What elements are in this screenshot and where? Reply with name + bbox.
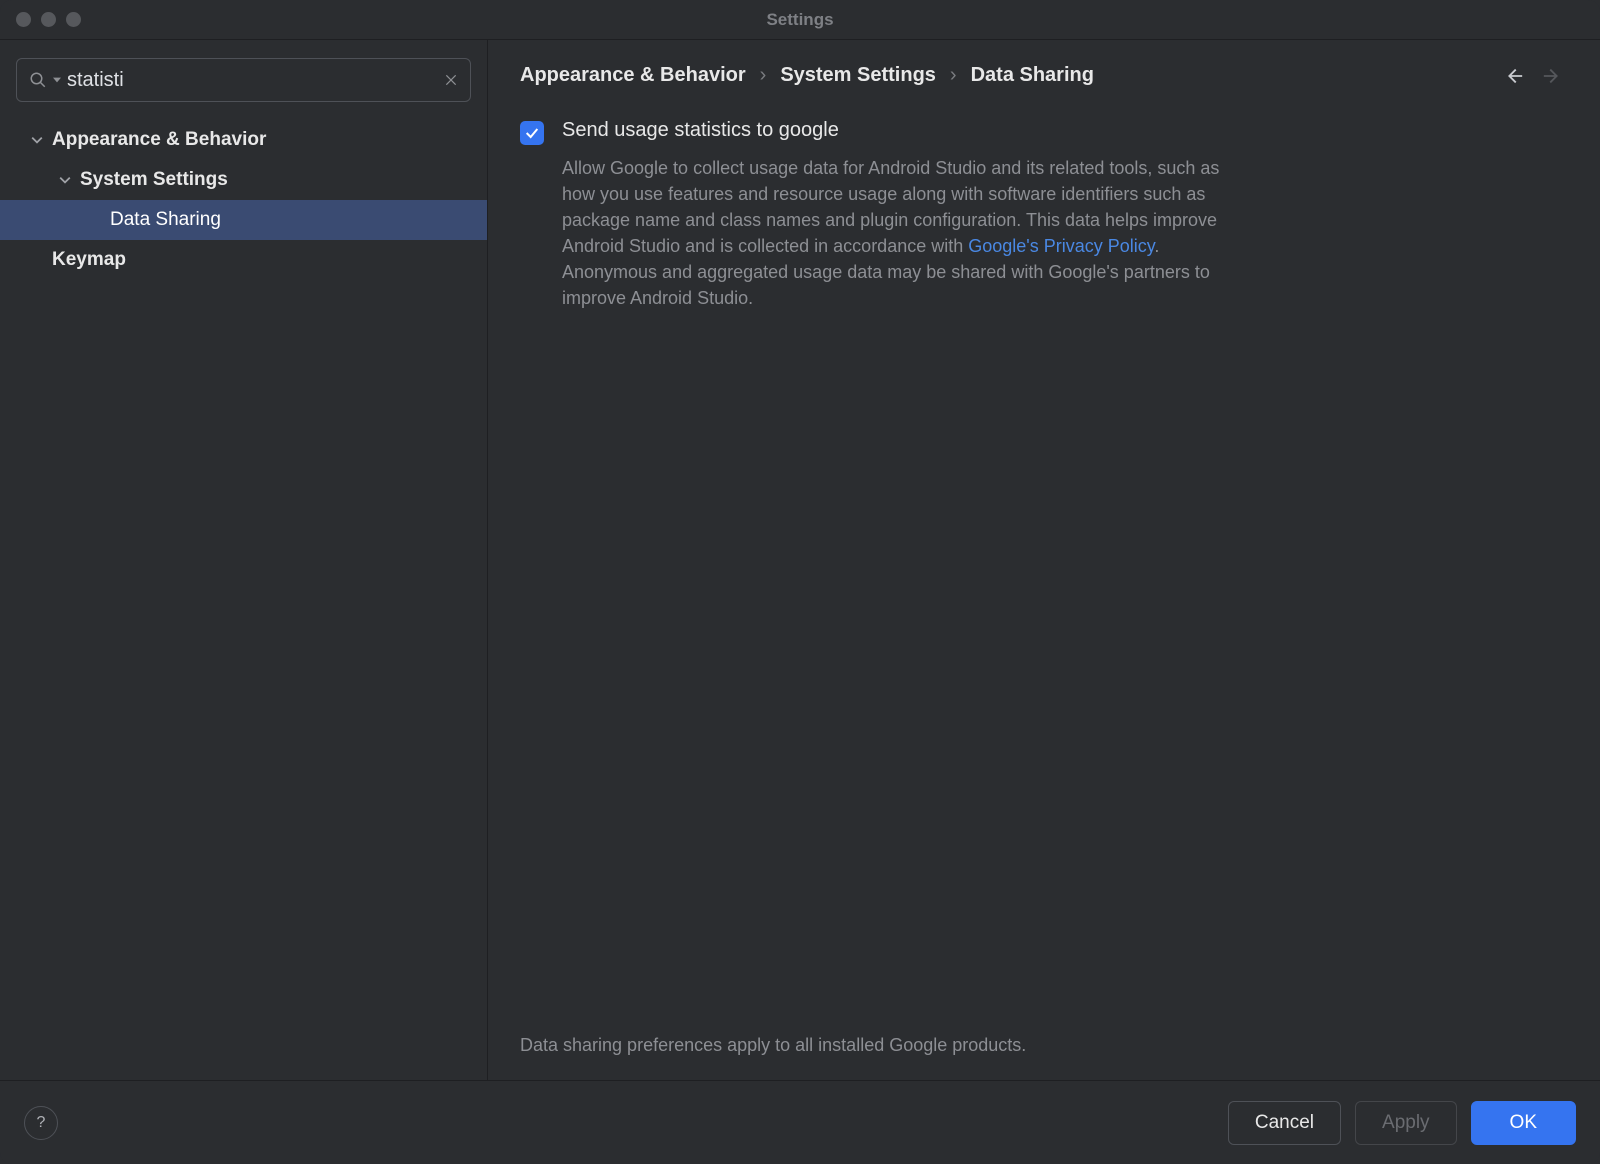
tree-item-appearance-behavior[interactable]: Appearance & Behavior [0,120,487,160]
help-button[interactable]: ? [24,1106,58,1140]
send-stats-label[interactable]: Send usage statistics to google [562,119,839,142]
tree-item-data-sharing[interactable]: Data Sharing [0,200,487,240]
search-icon [29,71,47,89]
privacy-policy-link[interactable]: Google's Privacy Policy [968,236,1154,256]
sidebar: Appearance & Behavior System Settings Da… [0,40,488,1080]
tree-item-system-settings[interactable]: System Settings [0,160,487,200]
chevron-down-icon [58,173,72,187]
titlebar: Settings [0,0,1600,40]
footer-note: Data sharing preferences apply to all in… [488,1035,1600,1080]
send-stats-description: Allow Google to collect usage data for A… [520,155,1220,312]
tree-label: Appearance & Behavior [52,129,266,151]
ok-button[interactable]: OK [1471,1101,1576,1145]
content-body: Send usage statistics to google Allow Go… [488,99,1600,1035]
close-button[interactable] [16,12,31,27]
breadcrumb-segment: Data Sharing [971,64,1094,87]
breadcrumb-sep: › [760,64,767,87]
nav-forward-icon [1542,65,1564,87]
settings-tree: Appearance & Behavior System Settings Da… [0,114,487,1080]
tree-item-keymap[interactable]: Keymap [0,240,487,280]
breadcrumb-sep: › [950,64,957,87]
search-dropdown-icon[interactable] [53,76,61,84]
tree-label: System Settings [80,169,228,191]
window-title: Settings [766,10,833,30]
chevron-down-icon [30,133,44,147]
minimize-button[interactable] [41,12,56,27]
dialog-footer: ? Cancel Apply OK [0,1080,1600,1164]
breadcrumb: Appearance & Behavior › System Settings … [520,64,1094,87]
help-icon: ? [37,1114,46,1132]
cancel-button[interactable]: Cancel [1228,1101,1341,1145]
apply-button: Apply [1355,1101,1457,1145]
option-send-stats: Send usage statistics to google [520,119,1568,145]
tree-label: Data Sharing [110,209,221,231]
content-pane: Appearance & Behavior › System Settings … [488,40,1600,1080]
breadcrumb-segment[interactable]: System Settings [780,64,936,87]
breadcrumb-nav [1502,65,1568,87]
clear-search-icon[interactable] [444,73,458,87]
body: Appearance & Behavior System Settings Da… [0,40,1600,1080]
breadcrumb-segment[interactable]: Appearance & Behavior [520,64,746,87]
content-header: Appearance & Behavior › System Settings … [488,40,1600,99]
tree-label: Keymap [52,249,126,271]
window-controls [16,12,81,27]
search-wrap [0,52,487,114]
search-field[interactable] [16,58,471,102]
send-stats-checkbox[interactable] [520,121,544,145]
zoom-button[interactable] [66,12,81,27]
search-input[interactable] [67,69,438,92]
nav-back-icon[interactable] [1502,65,1524,87]
settings-window: Settings [0,0,1600,1164]
